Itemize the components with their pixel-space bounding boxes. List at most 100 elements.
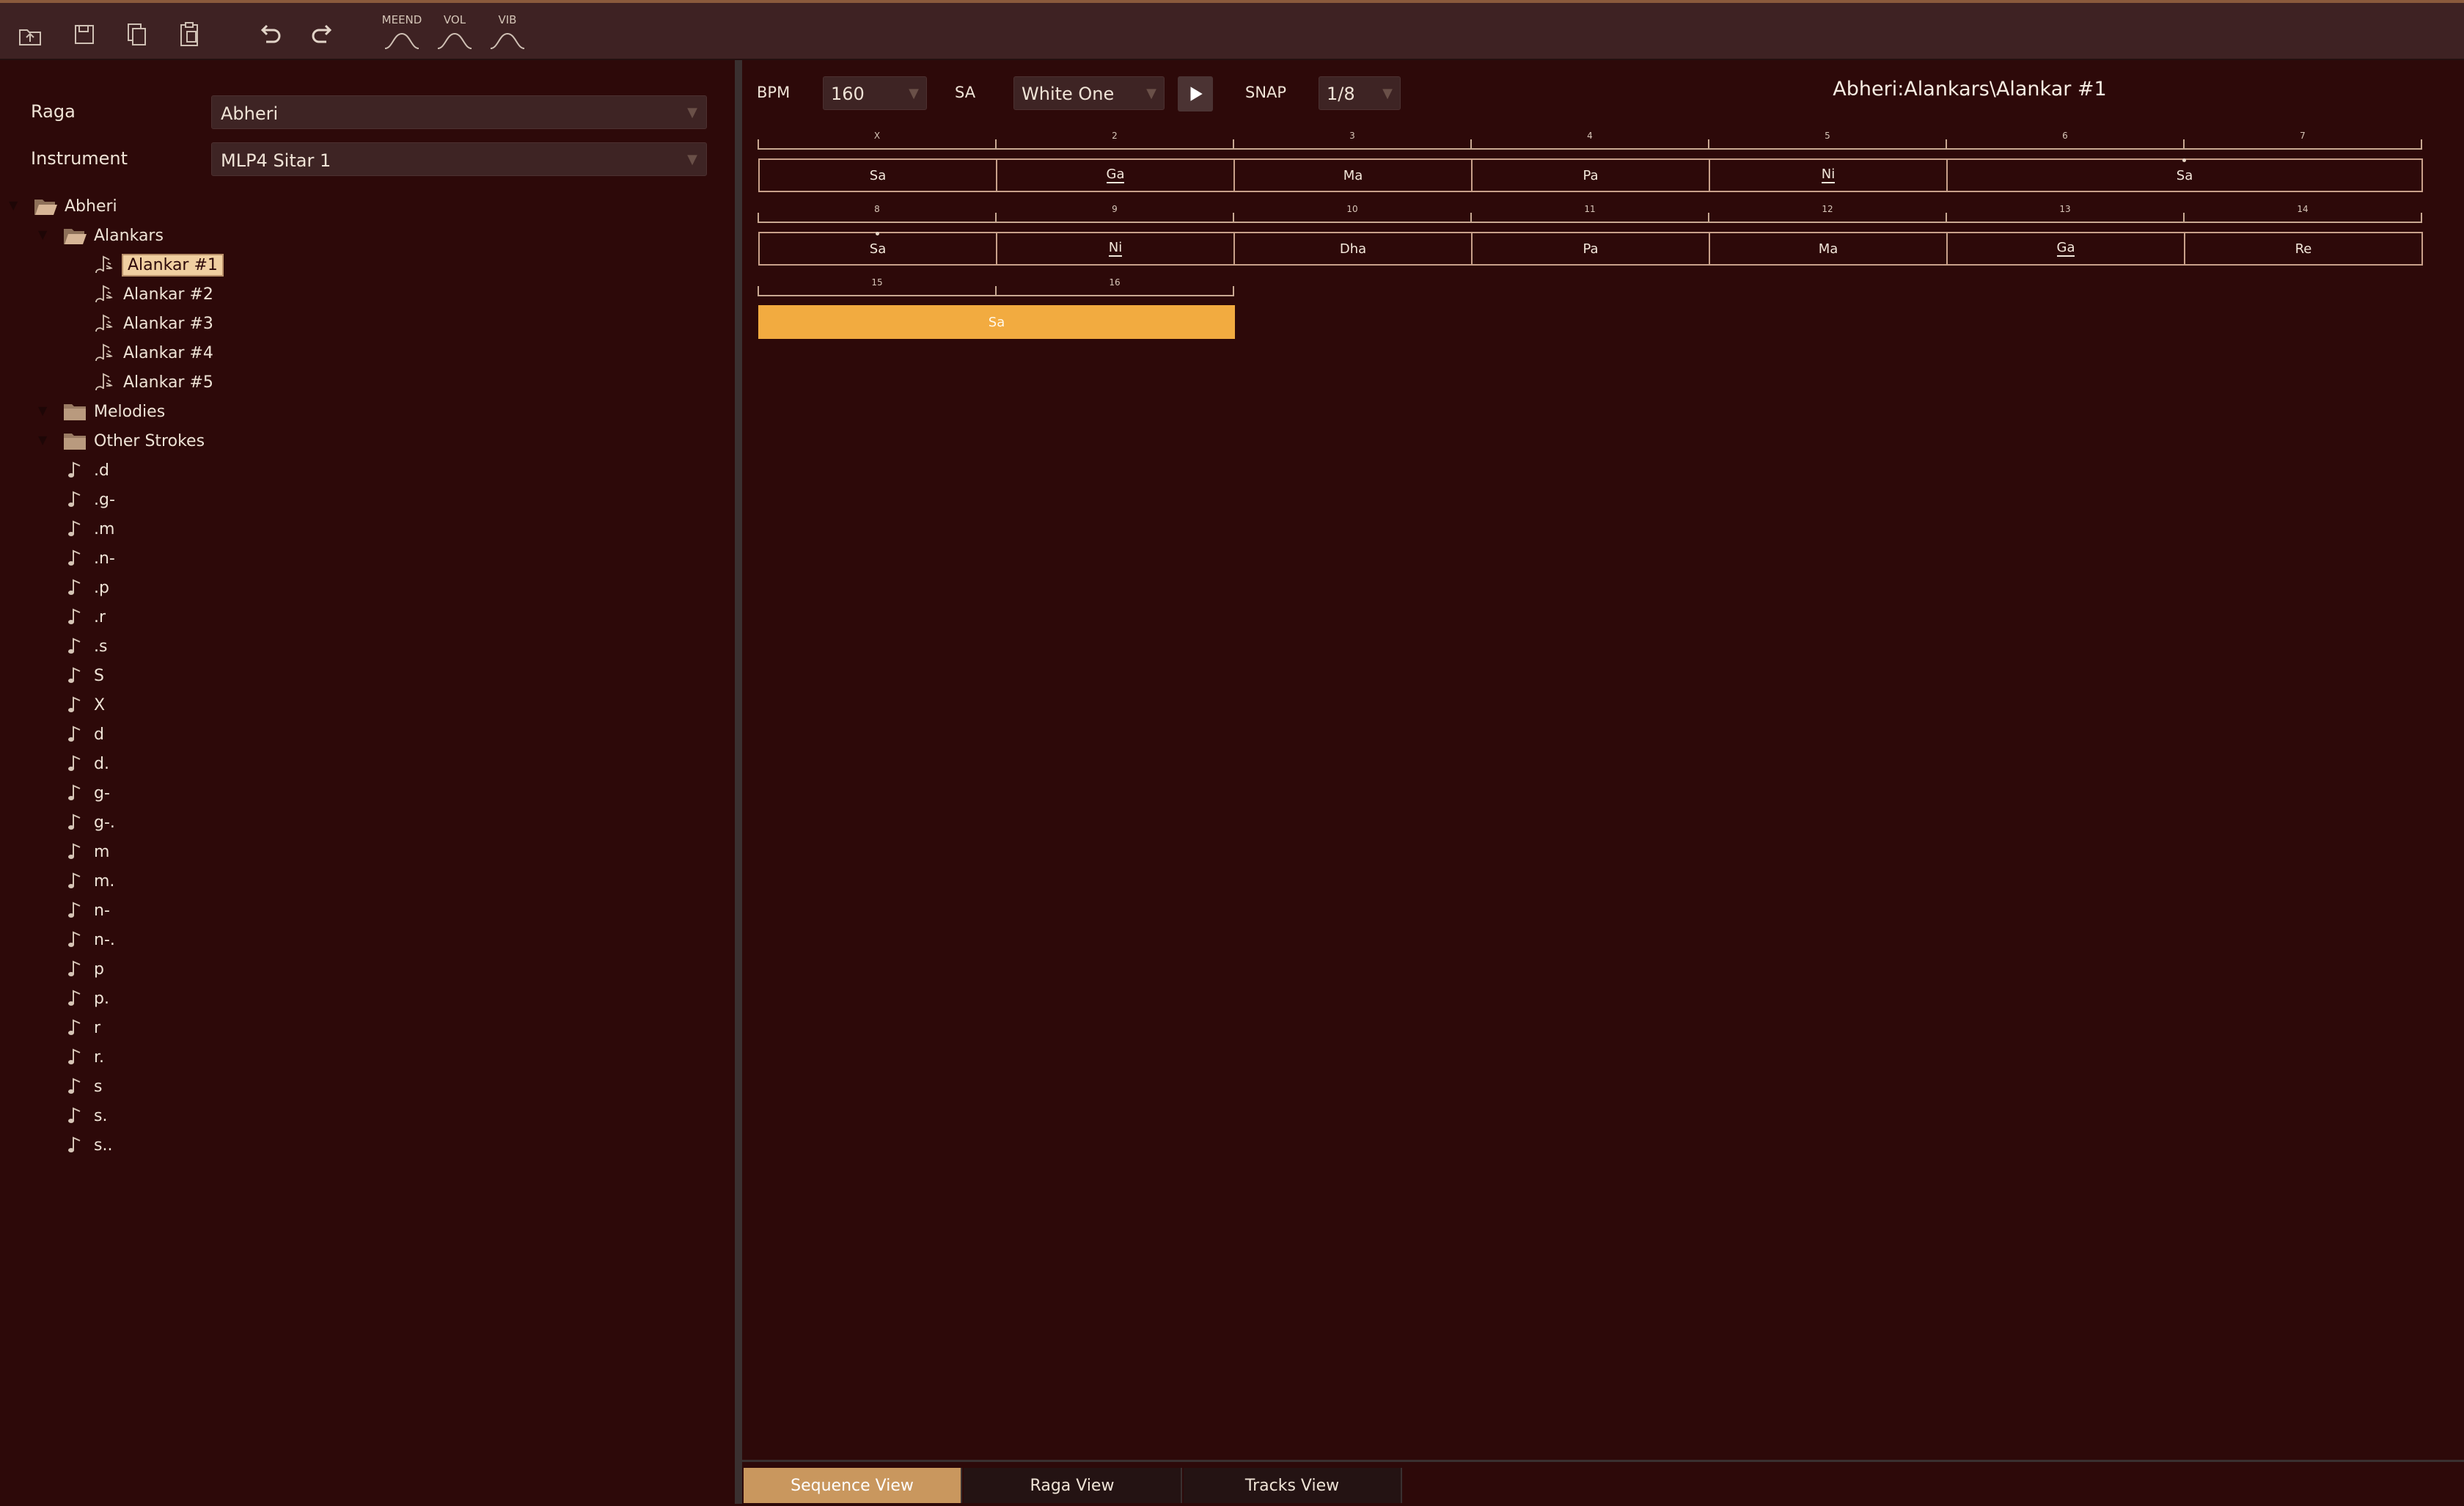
tree-item-alankar[interactable]: Alankar #4 — [89, 339, 213, 367]
tree-item-stroke[interactable]: g- — [60, 779, 110, 807]
tree-item-stroke[interactable]: m — [60, 838, 109, 866]
note-cell[interactable]: Pa — [1471, 232, 1710, 266]
expand-toggle-icon[interactable]: ▼ — [38, 403, 47, 417]
vib-curve-icon — [490, 32, 525, 49]
tree-item-stroke[interactable]: d. — [60, 750, 109, 778]
tree-item-label: p — [94, 959, 104, 979]
music-note-icon — [60, 1074, 89, 1099]
note-cell[interactable]: Re — [2184, 232, 2423, 266]
note-cell[interactable]: Ga — [996, 158, 1235, 192]
tree-item-other-strokes[interactable]: Other Strokes — [60, 427, 205, 455]
raga-select[interactable]: Abheri ▼ — [211, 95, 707, 129]
bpm-select[interactable]: 160 ▼ — [823, 76, 927, 110]
tab-sequence-view[interactable]: Sequence View — [744, 1468, 962, 1503]
note-cell[interactable]: Ma — [1233, 158, 1473, 192]
play-button[interactable] — [1178, 76, 1213, 112]
tree-item-label: m — [94, 842, 110, 861]
view-tabs: Sequence View Raga View Tracks View — [742, 1460, 2464, 1506]
vol-button[interactable]: VOL — [433, 13, 477, 56]
vib-button[interactable]: VIB — [485, 13, 529, 56]
raga-label: Raga — [31, 101, 76, 122]
tree-item-alankars[interactable]: Alankars — [60, 222, 164, 249]
chevron-down-icon: ▼ — [909, 86, 919, 101]
meend-curve-icon — [384, 32, 419, 49]
tree-item-stroke[interactable]: n- — [60, 896, 110, 924]
music-note-icon — [60, 839, 89, 864]
snap-select[interactable]: 1/8 ▼ — [1319, 76, 1401, 110]
music-note-icon — [60, 869, 89, 893]
note-label: Ni — [1108, 239, 1123, 257]
tree-item-label: X — [94, 695, 106, 714]
tree-item-label: Alankar #1 — [122, 253, 224, 277]
expand-toggle-icon[interactable]: ▼ — [9, 198, 18, 212]
tree-item-stroke[interactable]: .s — [60, 632, 107, 660]
meend-button[interactable]: MEEND — [380, 13, 424, 56]
tree-item-stroke[interactable]: p. — [60, 984, 109, 1012]
note-cell[interactable]: Ga — [1946, 232, 2185, 266]
note-cell[interactable]: Sa — [1946, 158, 2423, 192]
tree-item-melodies[interactable]: Melodies — [60, 398, 165, 425]
undo-icon[interactable] — [252, 18, 289, 51]
tree-item-alankar[interactable]: Alankar #5 — [89, 368, 213, 396]
tree-item-stroke[interactable]: r — [60, 1014, 100, 1042]
instrument-select[interactable]: MLP4 Sitar 1 ▼ — [211, 142, 707, 176]
note-cell[interactable]: Ni — [996, 232, 1235, 266]
beat-tick — [758, 139, 759, 150]
music-note-icon — [60, 1133, 89, 1158]
tree-item-stroke[interactable]: s — [60, 1072, 102, 1100]
tree-item-alankar[interactable]: Alankar #2 — [89, 280, 213, 308]
tree-item-stroke[interactable]: s.. — [60, 1131, 112, 1159]
note-cell[interactable]: Sa — [758, 232, 997, 266]
upload-icon[interactable] — [12, 18, 48, 51]
bpm-value: 160 — [831, 84, 865, 104]
sequence-icon — [89, 311, 119, 336]
redo-icon[interactable] — [304, 18, 340, 51]
play-icon — [1190, 87, 1203, 101]
vol-curve-icon — [437, 32, 472, 49]
tree-item-stroke[interactable]: S — [60, 662, 104, 690]
tree-item-stroke[interactable]: p — [60, 955, 104, 983]
panel-splitter[interactable] — [735, 60, 742, 1504]
tree-item-stroke[interactable]: s. — [60, 1102, 107, 1130]
expand-toggle-icon[interactable]: ▼ — [38, 227, 47, 241]
tree-item-stroke[interactable]: .n- — [60, 544, 115, 572]
note-cell[interactable]: Sa — [758, 158, 997, 192]
beat-tick — [1708, 213, 1709, 223]
beat-number: 15 — [871, 277, 883, 288]
note-cell[interactable]: Ni — [1709, 158, 1948, 192]
tree-item-stroke[interactable]: r. — [60, 1043, 104, 1071]
sa-select[interactable]: White One ▼ — [1013, 76, 1165, 110]
beat-tick — [1233, 286, 1234, 296]
tab-raga-view[interactable]: Raga View — [964, 1468, 1182, 1503]
tree-item-stroke[interactable]: m. — [60, 867, 114, 895]
folder-icon — [60, 428, 89, 453]
tree-item-label: .n- — [94, 549, 115, 568]
music-note-icon — [60, 516, 89, 541]
tree-item-alankar[interactable]: Alankar #1 — [89, 251, 224, 279]
tree-item-stroke[interactable]: .p — [60, 574, 109, 602]
tree-item-stroke[interactable]: .r — [60, 603, 106, 631]
tree-item-stroke[interactable]: .g- — [60, 486, 115, 513]
tree-item-label: Alankars — [94, 226, 164, 245]
expand-toggle-icon[interactable]: ▼ — [38, 433, 47, 447]
tree-item-label: n-. — [94, 930, 115, 949]
tree-item-stroke[interactable]: n-. — [60, 926, 115, 954]
save-icon[interactable] — [66, 18, 103, 51]
note-cell[interactable]: Sa — [758, 305, 1235, 339]
tree-item-root[interactable]: Abheri — [31, 192, 117, 220]
beat-number: 3 — [1349, 131, 1355, 141]
note-cell[interactable]: Ma — [1709, 232, 1948, 266]
tree-item-stroke[interactable]: .m — [60, 515, 114, 543]
tree-item-alankar[interactable]: Alankar #3 — [89, 310, 213, 337]
copy-icon[interactable] — [119, 18, 155, 51]
note-cell[interactable]: Pa — [1471, 158, 1710, 192]
paste-icon[interactable] — [172, 18, 208, 51]
tree-item-stroke[interactable]: d — [60, 720, 104, 748]
beat-tick — [1946, 139, 1947, 150]
tab-tracks-view[interactable]: Tracks View — [1184, 1468, 1402, 1503]
tree-item-stroke[interactable]: X — [60, 691, 105, 719]
tree-item-stroke[interactable]: g-. — [60, 808, 115, 836]
toolbar: MEEND VOL VIB — [0, 0, 2464, 60]
tree-item-stroke[interactable]: .d — [60, 456, 109, 484]
note-cell[interactable]: Dha — [1233, 232, 1473, 266]
